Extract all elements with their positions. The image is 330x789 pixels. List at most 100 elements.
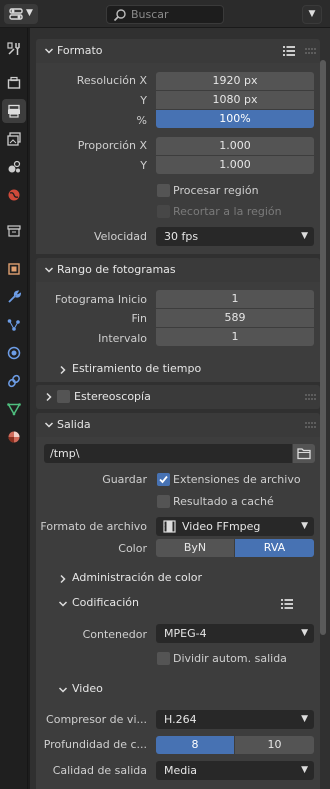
frame-step-label: Intervalo xyxy=(98,332,147,345)
cache-result-label: Resultado a caché xyxy=(173,495,274,508)
panel-format-header[interactable]: Formato xyxy=(36,39,320,63)
chevron-down-icon xyxy=(58,687,68,693)
color-bw-option[interactable]: ByN xyxy=(156,539,234,557)
aspect-y-field[interactable]: 1.000 xyxy=(156,156,314,174)
frame-rate-label: Velocidad xyxy=(93,230,147,243)
video-codec-label: Compresor de vi... xyxy=(46,713,147,726)
chevron-down-icon: ▼ xyxy=(301,521,308,531)
film-icon xyxy=(163,520,176,533)
editor-type-button[interactable]: ▼ xyxy=(4,4,38,24)
physics-icon xyxy=(7,346,21,360)
frame-rate-dropdown[interactable]: 30 fps ▼ xyxy=(156,227,314,246)
frame-start-label: Fotograma Inicio xyxy=(54,293,147,306)
chevron-down-icon: ▼ xyxy=(301,231,308,241)
output-quality-value: Media xyxy=(164,764,198,777)
presets-list-icon[interactable] xyxy=(280,597,294,611)
drag-grip-icon[interactable] xyxy=(304,393,316,401)
view-layer-icon xyxy=(7,132,21,146)
tab-scene[interactable] xyxy=(2,155,26,179)
color-depth-10-option[interactable]: 10 xyxy=(235,736,314,754)
tab-collection[interactable] xyxy=(2,219,26,243)
scene-icon xyxy=(8,160,21,173)
tab-constraints[interactable] xyxy=(2,369,26,393)
folder-icon xyxy=(297,448,311,460)
file-extensions-label: Extensiones de archivo xyxy=(173,473,301,486)
stereoscopy-checkbox[interactable] xyxy=(57,390,70,403)
modifiers-icon xyxy=(8,290,21,303)
panel-output-header[interactable]: Salida xyxy=(36,413,320,437)
encoding-title: Codificación xyxy=(72,596,139,609)
chevron-right-icon xyxy=(60,365,66,375)
file-extensions-checkbox[interactable] xyxy=(157,473,170,486)
panel-stereoscopy-title: Estereoscopía xyxy=(74,390,151,403)
presets-list-icon[interactable] xyxy=(282,44,296,58)
search-input[interactable] xyxy=(131,7,219,22)
resolution-percent-slider[interactable]: 100% xyxy=(156,110,314,128)
aspect-x-field[interactable]: 1.000 xyxy=(156,137,314,155)
time-stretch-subpanel[interactable]: Estiramiento de tiempo xyxy=(58,359,298,381)
tab-particles[interactable] xyxy=(2,313,26,337)
browse-folder-button[interactable] xyxy=(293,444,315,463)
chevron-down-icon xyxy=(44,48,54,54)
options-dropdown[interactable]: ▼ xyxy=(302,5,322,24)
properties-editor-icon xyxy=(9,8,23,20)
properties-tabs xyxy=(0,28,28,789)
color-management-subpanel[interactable]: Administración de color xyxy=(58,568,298,590)
tab-view-layer[interactable] xyxy=(2,127,26,151)
resolution-y-field[interactable]: 1080 px xyxy=(156,91,314,109)
panel-format-title: Formato xyxy=(57,44,103,57)
crop-region-checkbox[interactable] xyxy=(157,205,170,218)
panel-frame-range-header[interactable]: Rango de fotogramas xyxy=(36,258,320,282)
search-box[interactable] xyxy=(106,5,224,24)
encoding-subpanel[interactable]: Codificación xyxy=(58,593,298,615)
video-codec-value: H.264 xyxy=(164,713,197,726)
autosplit-checkbox[interactable] xyxy=(157,652,170,665)
tab-modifiers[interactable] xyxy=(2,285,26,309)
time-stretch-title: Estiramiento de tiempo xyxy=(72,362,202,375)
crop-region-label: Recortar a la región xyxy=(173,205,282,218)
output-icon xyxy=(8,104,20,118)
tab-material[interactable] xyxy=(2,425,26,449)
frame-end-field[interactable]: 589 xyxy=(156,309,314,327)
container-dropdown[interactable]: MPEG-4 ▼ xyxy=(156,624,314,643)
tab-data[interactable] xyxy=(2,397,26,421)
tab-world[interactable] xyxy=(2,183,26,207)
tab-render[interactable] xyxy=(2,71,26,95)
video-codec-dropdown[interactable]: H.264 ▼ xyxy=(156,710,314,729)
chevron-down-icon: ▼ xyxy=(301,765,308,775)
particles-icon xyxy=(7,319,20,331)
container-value: MPEG-4 xyxy=(164,627,207,640)
tab-physics[interactable] xyxy=(2,341,26,365)
color-rgb-option[interactable]: RVA xyxy=(235,539,314,557)
save-label: Guardar xyxy=(102,473,147,486)
panel-output-title: Salida xyxy=(57,418,91,431)
drag-grip-icon[interactable] xyxy=(304,421,316,429)
render-region-label: Procesar región xyxy=(173,184,259,197)
collection-icon xyxy=(7,225,21,237)
cache-result-checkbox[interactable] xyxy=(157,495,170,508)
panel-stereoscopy-header[interactable]: Estereoscopía xyxy=(36,385,320,409)
frame-step-field[interactable]: 1 xyxy=(156,328,314,346)
render-icon xyxy=(7,76,21,89)
tab-output[interactable] xyxy=(2,99,26,123)
tab-tool[interactable] xyxy=(2,37,26,61)
video-title: Video xyxy=(72,682,103,695)
frame-start-field[interactable]: 1 xyxy=(156,290,314,308)
output-quality-dropdown[interactable]: Media ▼ xyxy=(156,761,314,780)
drag-grip-icon[interactable] xyxy=(304,47,316,55)
aspect-y-label: Y xyxy=(140,159,147,172)
chevron-right-icon xyxy=(60,574,66,584)
chevron-down-icon: ▼ xyxy=(301,714,308,724)
object-icon xyxy=(8,263,20,275)
file-format-dropdown[interactable]: Video FFmpeg ▼ xyxy=(156,517,314,536)
color-depth-8-option[interactable]: 8 xyxy=(156,736,234,754)
video-subpanel[interactable]: Video xyxy=(58,679,298,701)
scrollbar[interactable] xyxy=(320,60,326,635)
tab-object[interactable] xyxy=(2,257,26,281)
world-icon xyxy=(8,189,20,201)
container-label: Contenedor xyxy=(82,628,147,641)
color-management-title: Administración de color xyxy=(72,571,203,584)
render-region-checkbox[interactable] xyxy=(157,184,170,197)
resolution-x-field[interactable]: 1920 px xyxy=(156,72,314,90)
output-path-field[interactable]: /tmp\ xyxy=(44,444,292,463)
